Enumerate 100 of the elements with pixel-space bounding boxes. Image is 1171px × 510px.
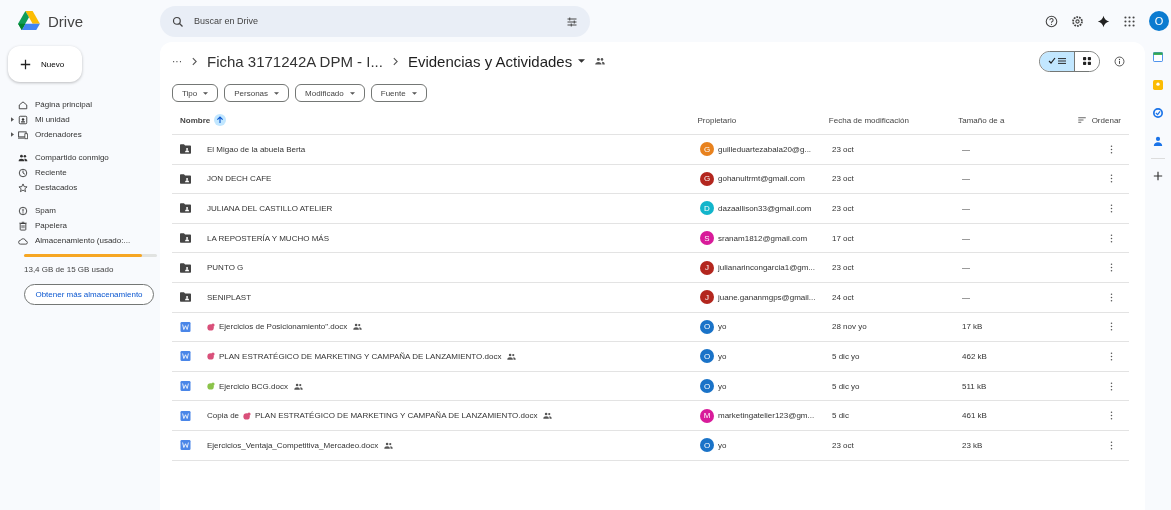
column-header[interactable]: Propietario xyxy=(697,115,737,125)
owner-name: yo xyxy=(718,440,727,450)
info-icon[interactable] xyxy=(1114,55,1125,67)
caret-icon xyxy=(274,91,280,95)
more-options-icon[interactable] xyxy=(1110,322,1113,332)
sidebar-item[interactable]: Compartido conmigo xyxy=(8,150,160,165)
more-options-icon[interactable] xyxy=(1110,233,1113,243)
file-name-text: Ejercicios de Posicionamiento".docx xyxy=(219,322,348,332)
chevron-right-icon xyxy=(392,56,398,66)
more-options-icon[interactable] xyxy=(1110,204,1113,213)
dropdown-caret-icon[interactable] xyxy=(578,59,586,63)
more-options-icon[interactable] xyxy=(1110,411,1113,421)
new-button[interactable]: Nuevo xyxy=(8,46,82,82)
filter-options-icon[interactable] xyxy=(566,15,578,28)
owner-avatar: O xyxy=(700,438,714,453)
home-icon xyxy=(18,99,28,110)
shared-folder-icon xyxy=(180,203,191,214)
file-size: 461 kB xyxy=(962,411,987,421)
modified-date: 5 dic yo xyxy=(832,351,860,361)
owner-name: marketingatelier123@gm... xyxy=(718,411,815,421)
owner-avatar: M xyxy=(700,408,714,423)
star-icon xyxy=(18,182,28,193)
more-options-icon[interactable] xyxy=(1110,351,1113,361)
more-options-icon[interactable] xyxy=(1110,440,1113,450)
expand-arrow-icon[interactable] xyxy=(10,132,14,137)
owner-name: yo xyxy=(718,322,727,332)
owner-name: yo xyxy=(718,351,727,361)
file-row[interactable]: LA REPOSTERÍA Y MUCHO MÁS S sranam1812@gmail.com 17 oct — xyxy=(172,223,1129,254)
sidebar-item[interactable]: Página principal xyxy=(8,97,160,112)
file-name-text: PLAN ESTRATÉGICO DE MARKETING Y CAMPAÑA DE LANZAMIENTO.docx xyxy=(219,351,502,361)
modified-date: 23 oct xyxy=(832,440,854,450)
grid-view-button[interactable] xyxy=(1074,51,1099,71)
sparkle-icon[interactable] xyxy=(1097,14,1110,28)
apps-grid-icon[interactable] xyxy=(1123,14,1136,28)
modified-date: 23 oct xyxy=(832,263,854,273)
sidebar-item[interactable]: Destacados xyxy=(8,180,160,195)
add-icon[interactable] xyxy=(1153,171,1163,181)
owner-name: juane.gananmgps@gmail... xyxy=(718,292,816,302)
caret-icon xyxy=(411,91,417,95)
owner-avatar: D xyxy=(700,201,714,216)
list-view-button[interactable] xyxy=(1040,51,1074,71)
file-name-text: El Migao de la abuela Berta xyxy=(207,144,306,154)
sort-ascending-icon[interactable] xyxy=(214,114,227,126)
trash-icon xyxy=(18,220,28,231)
sidebar-item[interactable]: Almacenamiento (usado:... xyxy=(8,233,160,248)
modified-date: 5 dic yo xyxy=(832,381,860,391)
more-options-icon[interactable] xyxy=(1110,144,1113,154)
filter-chip[interactable]: Modificado xyxy=(295,84,365,102)
get-more-storage-button[interactable]: Obtener más almacenamiento xyxy=(24,284,154,305)
more-options-icon[interactable] xyxy=(1110,174,1113,184)
check-icon xyxy=(1048,57,1056,65)
sort-button[interactable]: Ordenar xyxy=(1091,115,1121,125)
file-row[interactable]: JON DECH CAFE G gohanultrmt@gmail.com 23 oct — xyxy=(172,164,1129,195)
current-folder-title[interactable]: Evidencias y Actividades xyxy=(407,52,573,70)
more-options-icon[interactable] xyxy=(1110,381,1113,391)
file-row[interactable]: Ejercicio BCG.docx O yo 5 dic yo 511 kB xyxy=(172,371,1129,402)
modified-date: 5 dic xyxy=(832,411,849,421)
contacts-icon[interactable] xyxy=(1153,136,1163,146)
file-size: 23 kB xyxy=(962,440,983,450)
shared-folder-icon xyxy=(180,262,191,273)
file-row[interactable]: PUNTO G J julianarincongarcia1@gm... 23 oct — xyxy=(172,253,1129,283)
search-field[interactable]: Buscar en Drive xyxy=(160,5,590,37)
file-row[interactable]: Ejercicios de Posicionamiento".docx O yo 28 nov yo 17 kB xyxy=(172,312,1129,343)
sidebar-item[interactable]: Reciente xyxy=(8,165,160,180)
filter-chip[interactable]: Fuente xyxy=(370,84,427,102)
sidebar-item[interactable]: Spam xyxy=(8,203,160,218)
settings-icon[interactable] xyxy=(1071,14,1084,28)
word-document-icon xyxy=(180,321,191,332)
file-name-text: JON DECH CAFE xyxy=(207,174,272,184)
word-document-icon xyxy=(180,381,191,392)
file-row[interactable]: Ejercicios_Ventaja_Competitiva_Mercadeo.docx O yo 23 oct 23 kB xyxy=(172,430,1129,461)
expand-arrow-icon[interactable] xyxy=(10,117,14,122)
more-options-icon[interactable] xyxy=(1110,292,1113,302)
owner-avatar: G xyxy=(700,142,714,157)
grid-icon xyxy=(1083,57,1091,65)
column-header[interactable]: Tamaño de a xyxy=(958,115,1005,125)
file-row[interactable]: JULIANA DEL CASTILLO ATELIER D dazaallison33@gmail.com 23 oct — xyxy=(172,194,1129,224)
shared-folder-icon xyxy=(180,173,191,184)
sidebar-item[interactable]: Mi unidad xyxy=(8,112,160,127)
sort-lines-icon[interactable] xyxy=(1077,117,1086,123)
file-row[interactable]: PLAN ESTRATÉGICO DE MARKETING Y CAMPAÑA DE LANZAMIENTO.docx O yo 5 dic yo 462 kB xyxy=(172,342,1129,372)
more-options-icon[interactable] xyxy=(1110,263,1113,273)
sidebar-item[interactable]: Papelera xyxy=(8,218,160,233)
filter-chip[interactable]: Tipo xyxy=(172,84,219,102)
help-icon[interactable] xyxy=(1045,14,1058,28)
file-row[interactable]: Copia de PLAN ESTRATÉGICO DE MARKETING Y CAMPAÑA DE LANZAMIENTO.docx M marketingatelier123@gm... 5 dic 461 kB xyxy=(172,401,1129,431)
shared-people-icon xyxy=(595,57,606,65)
filter-chip[interactable]: Personas xyxy=(224,84,290,102)
breadcrumb-folder[interactable]: Ficha 3171242A DPM - I... xyxy=(207,52,383,70)
file-row[interactable]: El Migao de la abuela Berta G guilleduartezabala20@g... 23 oct — xyxy=(172,135,1129,165)
calendar-icon[interactable] xyxy=(1153,52,1163,62)
file-row[interactable]: SENIPLAST J juane.gananmgps@gmail... 24 oct — xyxy=(172,282,1129,313)
storage-usage-text: 13,4 GB de 15 GB usado xyxy=(24,265,115,274)
account-avatar[interactable]: O xyxy=(1149,11,1169,31)
sidebar-item[interactable]: Ordenadores xyxy=(8,127,160,142)
breadcrumb-more[interactable]: ··· xyxy=(172,55,182,67)
word-document-icon xyxy=(180,410,191,421)
column-header[interactable]: Fecha de modificación xyxy=(828,115,909,125)
column-header[interactable]: Nombre xyxy=(180,115,211,125)
task-check-icon[interactable] xyxy=(1153,108,1163,118)
